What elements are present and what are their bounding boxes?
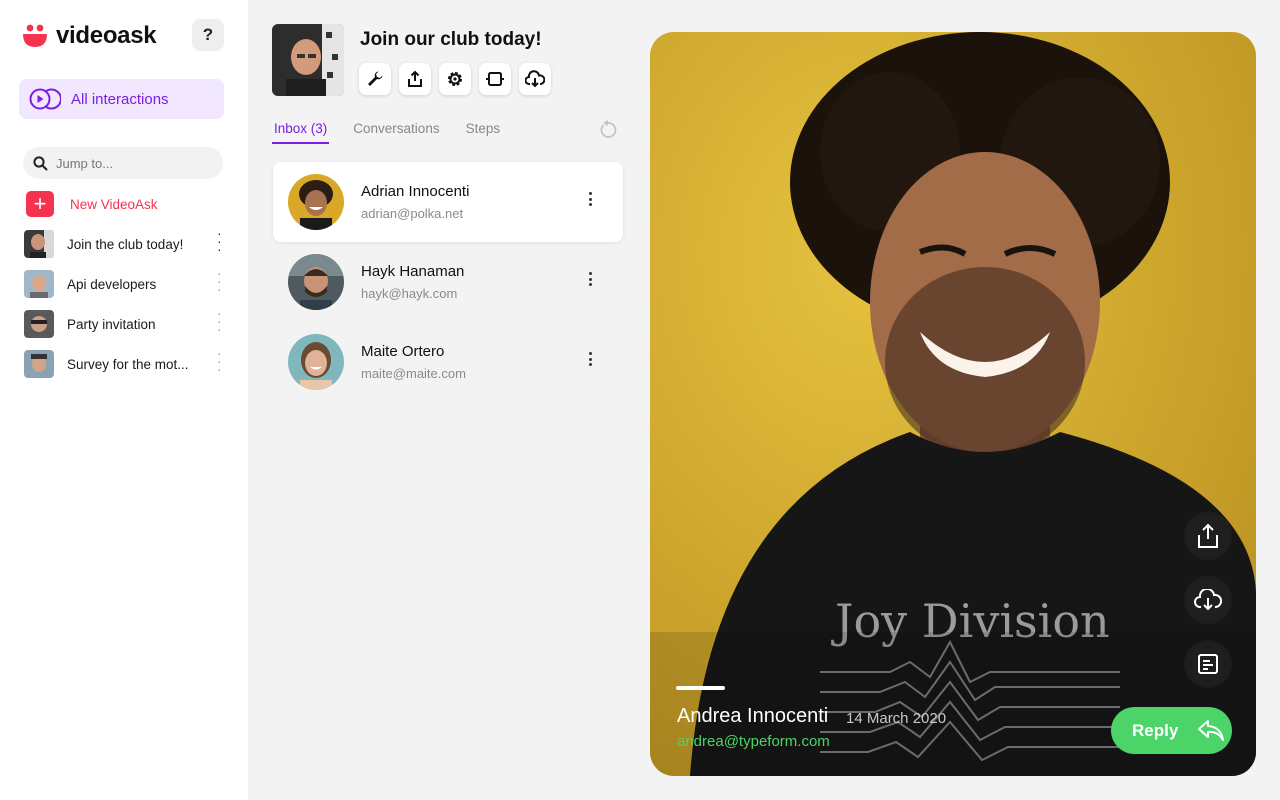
sidebar-item-label: Join the club today! xyxy=(67,236,184,252)
toolbar xyxy=(359,63,551,95)
more-menu-icon[interactable]: · · · xyxy=(217,226,223,256)
help-button[interactable]: ? xyxy=(192,19,224,51)
page-title: Join our club today! xyxy=(360,29,542,50)
sidebar-item-api-developers[interactable]: Api developers · · · xyxy=(24,266,229,299)
new-videoask-label: New VideoAsk xyxy=(70,196,158,212)
share-icon xyxy=(1198,523,1218,548)
videoask-thumbnail xyxy=(24,310,54,338)
all-interactions-button[interactable]: All interactions xyxy=(19,79,224,119)
interactions-icon xyxy=(29,88,61,110)
embed-tool-button[interactable] xyxy=(479,63,511,95)
download-tool-button[interactable] xyxy=(519,63,551,95)
share-video-button[interactable] xyxy=(1184,512,1232,560)
videoask-logo[interactable]: videoask xyxy=(22,22,157,50)
contact-email: maite@maite.com xyxy=(361,366,466,381)
cloud-download-icon xyxy=(1194,589,1222,611)
video-frame: Joy Division xyxy=(650,32,1256,776)
sidebar-item-label: Survey for the mot... xyxy=(67,356,189,372)
search-icon xyxy=(33,155,48,170)
reply-label: Reply xyxy=(1132,720,1179,740)
contact-name: Hayk Hanaman xyxy=(361,263,465,280)
transcript-button[interactable] xyxy=(1184,640,1232,688)
new-videoask-button[interactable]: + New VideoAsk xyxy=(26,191,158,217)
contact-email: adrian@polka.net xyxy=(361,206,464,221)
plus-icon: + xyxy=(26,191,54,217)
sidebar-item-label: Api developers xyxy=(67,276,157,292)
settings-tool-button[interactable] xyxy=(359,63,391,95)
more-menu-icon[interactable]: · · · xyxy=(217,346,223,376)
embed-icon xyxy=(486,72,504,86)
contact-name: Adrian Innocenti xyxy=(361,183,470,200)
search-input[interactable] xyxy=(56,155,206,171)
refresh-icon[interactable] xyxy=(598,120,618,140)
sidebar-item-party-invitation[interactable]: Party invitation · · · xyxy=(24,306,229,339)
videoask-cover-thumbnail[interactable] xyxy=(272,24,344,96)
contact-name: Maite Ortero xyxy=(361,343,445,360)
wrench-icon xyxy=(368,71,383,86)
video-player[interactable]: Joy Division Andrea Innocenti 14 March 2… xyxy=(650,32,1256,776)
transcript-icon xyxy=(1198,654,1218,674)
config-tool-button[interactable] xyxy=(439,63,471,95)
videoask-logo-icon xyxy=(23,24,47,47)
inbox-item[interactable]: Maite Ortero maite@maite.com xyxy=(273,322,623,402)
share-icon xyxy=(408,70,422,87)
respondent-name: Andrea Innocenti xyxy=(677,705,829,727)
sidebar-item-label: Party invitation xyxy=(67,316,156,332)
tab-steps[interactable]: Steps xyxy=(464,121,503,144)
contact-email: hayk@hayk.com xyxy=(361,286,458,301)
respondent-email[interactable]: andrea@typeform.com xyxy=(677,733,830,750)
gear-icon xyxy=(448,72,462,86)
more-menu-icon[interactable]: · · · xyxy=(217,306,223,336)
reply-icon xyxy=(1198,719,1225,741)
share-tool-button[interactable] xyxy=(399,63,431,95)
more-menu-icon[interactable] xyxy=(589,192,593,209)
tab-inbox[interactable]: Inbox (3) xyxy=(272,121,330,144)
videoask-thumbnail xyxy=(24,270,54,298)
videoask-thumbnail xyxy=(24,230,54,258)
more-menu-icon[interactable]: · · · xyxy=(217,266,223,296)
videoask-thumbnail xyxy=(24,350,54,378)
cloud-download-icon xyxy=(525,70,545,88)
inbox-item[interactable]: Hayk Hanaman hayk@hayk.com xyxy=(273,242,623,322)
more-menu-icon[interactable] xyxy=(589,352,593,369)
avatar xyxy=(288,334,344,390)
progress-indicator xyxy=(676,686,725,690)
reply-button[interactable]: Reply xyxy=(1111,707,1232,754)
app-name: videoask xyxy=(56,22,157,49)
avatar xyxy=(288,174,344,230)
avatar xyxy=(288,254,344,310)
response-date: 14 March 2020 xyxy=(846,710,947,727)
inbox-item[interactable]: Adrian Innocenti adrian@polka.net xyxy=(273,162,623,242)
tab-conversations[interactable]: Conversations xyxy=(351,121,441,144)
jump-search[interactable] xyxy=(23,147,223,179)
more-menu-icon[interactable] xyxy=(589,272,593,289)
sidebar-item-join-club[interactable]: Join the club today! · · · xyxy=(24,226,229,259)
inbox-tabs: Inbox (3) Conversations Steps xyxy=(272,121,502,144)
sidebar: videoask ? All interactions + New VideoA… xyxy=(0,0,248,800)
download-video-button[interactable] xyxy=(1184,576,1232,624)
sidebar-item-survey[interactable]: Survey for the mot... · · · xyxy=(24,346,229,379)
all-interactions-label: All interactions xyxy=(71,90,169,108)
